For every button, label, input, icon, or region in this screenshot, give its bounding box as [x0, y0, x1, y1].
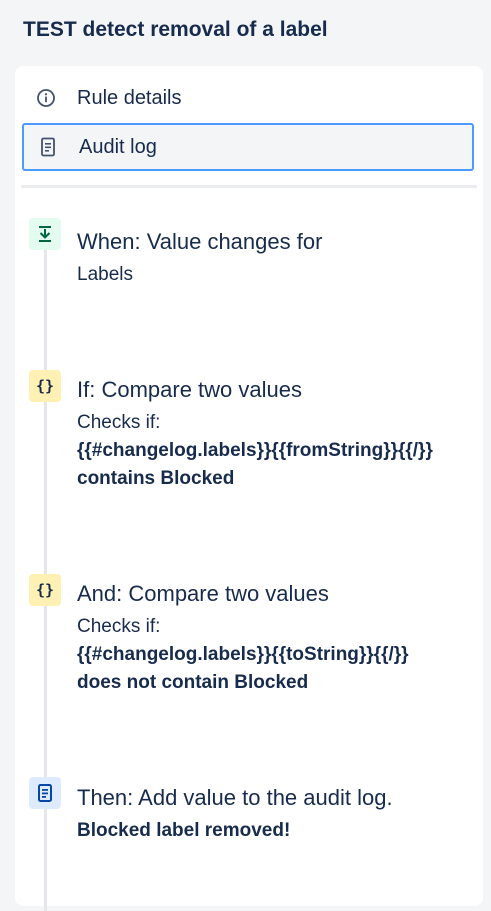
document-icon: [29, 777, 61, 809]
step-detail: Labels: [77, 264, 133, 285]
step-detail: Checks if:: [77, 412, 161, 433]
divider: [21, 185, 477, 188]
page-title: TEST detect removal of a label: [23, 18, 328, 41]
step-condition-operator: contains Blocked: [77, 468, 235, 489]
rule-panel: Rule details Audit log When: Value chang…: [15, 66, 483, 911]
step-title: When: Value changes for: [77, 229, 323, 254]
step-action-value: Blocked label removed!: [77, 820, 291, 841]
step-title: If: Compare two values: [77, 377, 302, 402]
nav-item-label: Audit log: [79, 135, 157, 158]
nav-item-audit-log[interactable]: Audit log: [22, 123, 474, 171]
step-title: And: Compare two values: [77, 581, 329, 606]
step-condition-expression: {{#changelog.labels}}{{toString}}{{/}}: [77, 644, 409, 665]
step-detail: Checks if:: [77, 616, 161, 637]
step-condition-expression: {{#changelog.labels}}{{fromString}}{{/}}: [77, 440, 433, 461]
document-icon: [37, 136, 59, 158]
nav-item-label: Rule details: [77, 86, 182, 109]
download-icon: [29, 218, 61, 250]
step-condition-operator: does not contain Blocked: [77, 672, 309, 693]
braces-icon: {}: [29, 574, 61, 606]
nav-item-rule-details[interactable]: Rule details: [22, 74, 474, 122]
braces-icon: {}: [29, 370, 61, 402]
step-title: Then: Add value to the audit log.: [77, 785, 393, 810]
info-icon: [35, 87, 57, 109]
